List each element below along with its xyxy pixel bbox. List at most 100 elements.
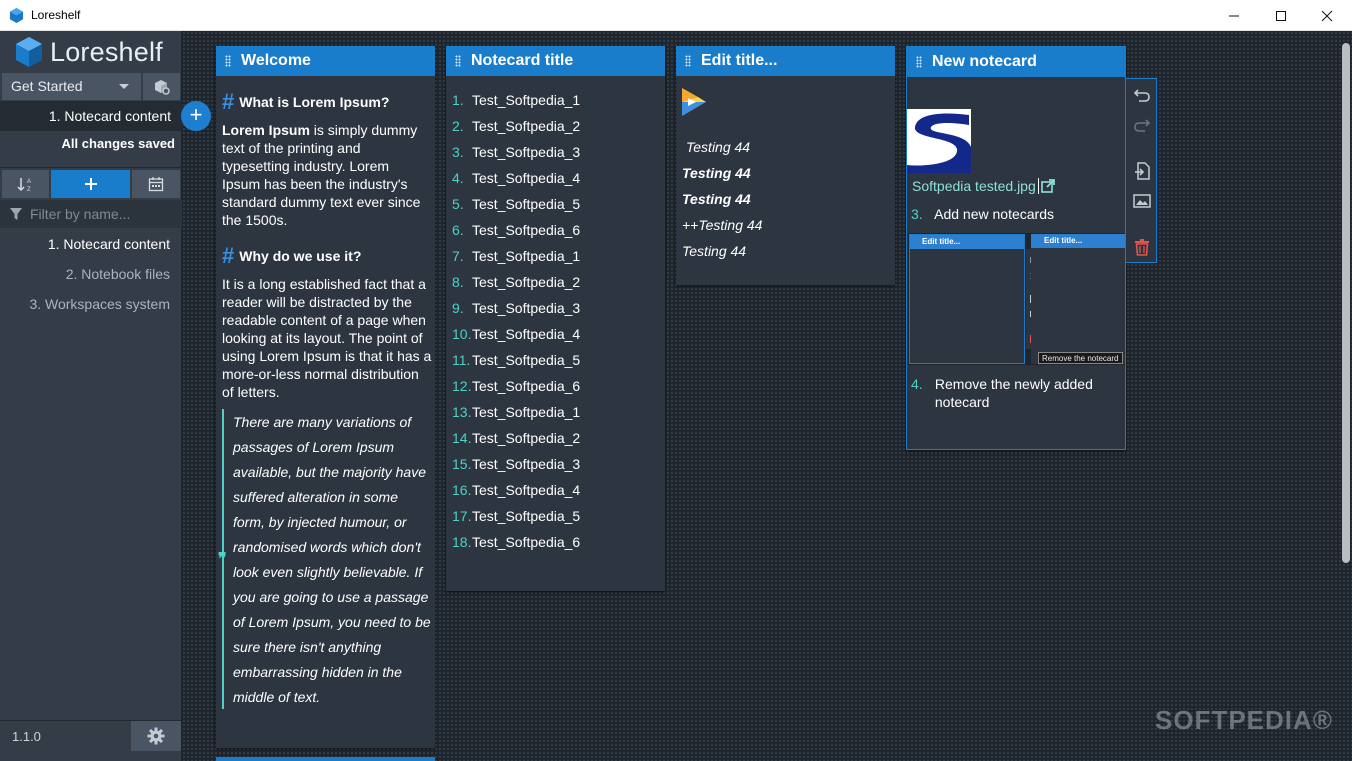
list-item: 1. Test_Softpedia_1: [452, 92, 580, 112]
sidebar-item-notebook-files[interactable]: 2. Notebook files: [66, 266, 170, 282]
list-text: Test_Softpedia_3: [472, 300, 581, 316]
list-text: Test_Softpedia_1: [472, 248, 581, 264]
list-number: 10.: [452, 326, 472, 342]
list-item: 14.Test_Softpedia_2: [452, 430, 580, 450]
app-icon: [9, 8, 24, 23]
list-number: 13.: [452, 404, 472, 420]
drag-handle-icon[interactable]: [685, 55, 691, 67]
undo-button[interactable]: [1132, 85, 1152, 105]
list-item: 5. Test_Softpedia_5: [452, 196, 580, 216]
notebook-select[interactable]: Get Started: [2, 73, 141, 100]
filter-input[interactable]: [30, 205, 175, 223]
add-file-button[interactable]: [1132, 161, 1152, 181]
save-status: All changes saved: [61, 136, 175, 151]
list-item: 3. Add new notecards: [911, 206, 1054, 226]
text-line: ++Testing 44: [682, 217, 763, 233]
close-button[interactable]: [1304, 0, 1350, 31]
list-text: Test_Softpedia_5: [472, 352, 581, 368]
current-note-bar[interactable]: 1. Notecard content: [0, 101, 182, 131]
heading-why-use: # Why do we use it?: [222, 243, 361, 269]
notecard-header[interactable]: Edit title...: [676, 46, 895, 76]
file-link-text[interactable]: Softpedia tested.jpg: [912, 178, 1036, 194]
notecard-tools: [1125, 78, 1157, 263]
svg-text:A: A: [27, 179, 31, 185]
sidebar-item-workspaces-system[interactable]: 3. Workspaces system: [29, 296, 170, 312]
minimize-icon: [1229, 15, 1239, 16]
list-number: 7.: [452, 248, 464, 264]
list-number: 3.: [452, 144, 464, 160]
notecard-new[interactable]: New notecard Softpedia tested.jpg 3. Add…: [906, 46, 1126, 450]
sidebar-toolbar: A Z: [0, 167, 182, 198]
mini-card-title: Edit title...: [910, 235, 1024, 249]
notecard-title[interactable]: Notecard title: [471, 52, 573, 69]
list-item: 11. Test_Softpedia_5: [452, 352, 580, 372]
list-number: 11.: [452, 352, 471, 368]
list-item: 17.Test_Softpedia_5: [452, 508, 580, 528]
drag-handle-icon[interactable]: [916, 56, 922, 68]
notecard-list[interactable]: Notecard title 1. Test_Softpedia_1 2. Test_…: [446, 46, 665, 591]
external-link-icon[interactable]: [1040, 179, 1055, 193]
delete-notecard-button[interactable]: [1132, 237, 1152, 257]
title-bar: Loreshelf: [0, 0, 1352, 31]
sort-alpha-icon: A Z: [16, 178, 31, 192]
list-number: 6.: [452, 222, 464, 238]
sort-button[interactable]: A Z: [2, 170, 49, 198]
list-item: 13.Test_Softpedia_1: [452, 404, 580, 424]
filter-icon: [10, 208, 22, 220]
text-line: Testing 44: [682, 243, 747, 259]
notecard-title[interactable]: Welcome: [241, 52, 311, 69]
list-number: 5.: [452, 196, 464, 212]
notecard-edit-title[interactable]: Edit title... Testing 44 Testing 44 Test…: [676, 46, 895, 285]
maximize-button[interactable]: [1258, 0, 1304, 31]
list-number: 15.: [452, 456, 472, 472]
list-number: 17.: [452, 508, 472, 524]
plus-icon: [84, 178, 97, 190]
vertical-scrollbar[interactable]: [1342, 43, 1350, 563]
list-text: Add new notecards: [934, 206, 1054, 222]
notecard-title[interactable]: New notecard: [932, 53, 1037, 70]
list-item: 4. Remove the newly added notecard: [911, 375, 1111, 415]
minimize-button[interactable]: [1211, 0, 1257, 31]
blockquote: There are many variations of passages of…: [233, 414, 431, 705]
add-notecard-button[interactable]: +: [181, 101, 211, 131]
list-number: 8.: [452, 274, 464, 290]
notecard-header[interactable]: New notecard: [907, 47, 1125, 77]
hash-icon: #: [222, 243, 235, 268]
notecards-canvas[interactable]: Welcome # What is Lorem Ipsum? Lorem Ips…: [182, 31, 1352, 761]
notebook-select-value: Get Started: [11, 78, 83, 94]
undo-icon: [1133, 89, 1150, 102]
list-number: 2.: [452, 118, 464, 134]
list-text: Test_Softpedia_6: [472, 378, 581, 394]
notebook-settings-button[interactable]: [143, 73, 180, 100]
redo-button[interactable]: [1132, 115, 1152, 135]
list-number: 4.: [911, 376, 923, 392]
notecard-header[interactable]: Welcome: [216, 46, 435, 76]
notecard-title[interactable]: Edit title...: [701, 52, 777, 69]
drag-handle-icon[interactable]: [455, 55, 461, 67]
file-link[interactable]: Softpedia tested.jpg: [912, 178, 1055, 194]
calendar-button[interactable]: [132, 170, 180, 198]
list-text: Remove the newly added notecard: [934, 376, 1093, 410]
drag-handle-icon[interactable]: [225, 55, 231, 67]
list-text: Test_Softpedia_2: [472, 274, 581, 290]
list-item: 18.Test_Softpedia_6: [452, 534, 580, 554]
sidebar-item-notecard-content[interactable]: 1. Notecard content: [48, 236, 170, 252]
heading-text: What is Lorem Ipsum?: [239, 94, 390, 110]
list-text: Test_Softpedia_4: [472, 170, 581, 186]
paragraph: It is a long established fact that a rea…: [222, 276, 432, 400]
version-label: 1.1.0: [12, 729, 41, 744]
logo-text: Loreshelf: [50, 36, 163, 67]
list-item: 9. Test_Softpedia_3: [452, 300, 580, 320]
list-text: Test_Softpedia_1: [472, 92, 581, 108]
notecard-header[interactable]: Notecard title: [446, 46, 665, 76]
bold-text: Lorem Ipsum: [222, 122, 310, 138]
settings-button[interactable]: [131, 721, 181, 751]
notecard-welcome[interactable]: Welcome # What is Lorem Ipsum? Lorem Ips…: [216, 46, 435, 748]
gear-icon: [147, 727, 165, 745]
new-note-button[interactable]: [51, 170, 130, 198]
add-image-button[interactable]: [1132, 191, 1152, 211]
close-icon: [1321, 10, 1333, 21]
maximize-icon: [1276, 10, 1286, 21]
list-item: 15.Test_Softpedia_3: [452, 456, 580, 476]
list-number: 16.: [452, 482, 472, 498]
